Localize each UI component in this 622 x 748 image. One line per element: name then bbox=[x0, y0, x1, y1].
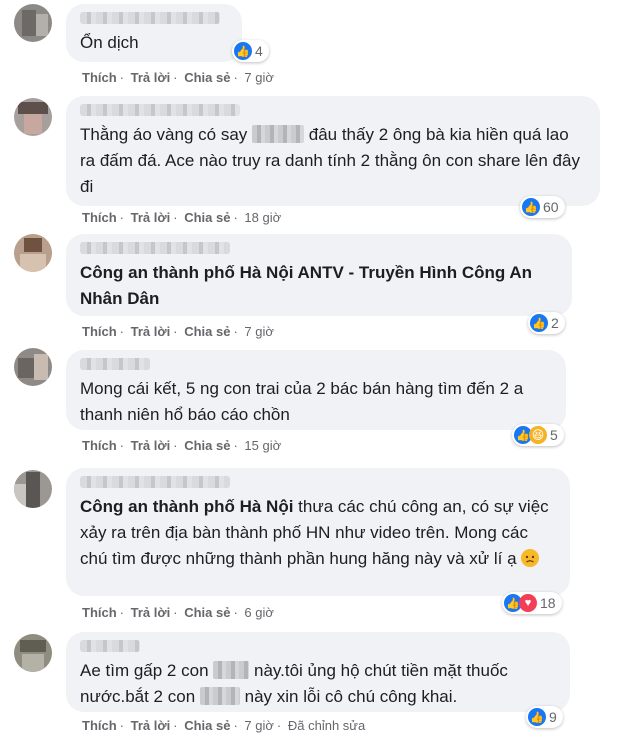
reaction-count: 4 bbox=[255, 43, 263, 59]
comment-actions: Thích · Trả lời · Chia sẻ · 7 giờ bbox=[82, 324, 274, 339]
comment-bubble: Công an thành phố Hà Nội thưa các chú cô… bbox=[66, 468, 570, 596]
reply-link[interactable]: Trả lời bbox=[131, 70, 171, 85]
reaction-count: 2 bbox=[551, 315, 559, 331]
avatar[interactable] bbox=[14, 470, 52, 508]
comment-text: Công an thành phố Hà Nội ANTV - Truyền H… bbox=[80, 260, 558, 312]
comment-bubble: Mong cái kết, 5 ng con trai của 2 bác bá… bbox=[66, 350, 566, 430]
like-link[interactable]: Thích bbox=[82, 324, 117, 339]
author-name-blurred[interactable] bbox=[80, 476, 230, 488]
comment-bubble: Ae tìm gấp 2 con này.tôi ủng hộ chút tiề… bbox=[66, 632, 570, 712]
censored-word bbox=[199, 687, 240, 705]
reaction-badge[interactable]: 👍 2 bbox=[528, 312, 565, 334]
share-link[interactable]: Chia sẻ bbox=[184, 210, 230, 225]
comment-text: Ổn dịch bbox=[80, 33, 139, 52]
author-name-blurred[interactable] bbox=[80, 242, 230, 254]
sad-face-emoji-icon bbox=[521, 549, 540, 567]
like-link[interactable]: Thích bbox=[82, 438, 117, 453]
censored-word bbox=[252, 125, 305, 143]
reaction-badge[interactable]: 👍 9 bbox=[526, 706, 563, 728]
reply-link[interactable]: Trả lời bbox=[131, 605, 171, 620]
tagged-page[interactable]: Công an thành phố Hà Nội ANTV - Truyền H… bbox=[80, 263, 532, 308]
reaction-count: 5 bbox=[550, 427, 558, 443]
avatar[interactable] bbox=[14, 4, 52, 42]
comment-bubble: Ổn dịch bbox=[66, 4, 242, 62]
reply-link[interactable]: Trả lời bbox=[131, 210, 171, 225]
reply-link[interactable]: Trả lời bbox=[131, 324, 171, 339]
comment-text: Công an thành phố Hà Nội thưa các chú cô… bbox=[80, 497, 549, 568]
share-link[interactable]: Chia sẻ bbox=[184, 718, 230, 733]
haha-reaction-icon: 😆 bbox=[529, 426, 547, 444]
timestamp[interactable]: 15 giờ bbox=[244, 438, 281, 453]
tagged-page[interactable]: Công an thành phố Hà Nội bbox=[80, 497, 293, 516]
censored-word bbox=[213, 661, 250, 679]
avatar[interactable] bbox=[14, 348, 52, 386]
timestamp[interactable]: 7 giờ bbox=[244, 324, 274, 339]
comment-actions: Thích · Trả lời · Chia sẻ · 18 giờ bbox=[82, 210, 282, 225]
like-link[interactable]: Thích bbox=[82, 605, 117, 620]
edited-label[interactable]: Đã chỉnh sửa bbox=[288, 718, 365, 733]
author-name-blurred[interactable] bbox=[80, 640, 140, 652]
comment-bubble: Công an thành phố Hà Nội ANTV - Truyền H… bbox=[66, 234, 572, 316]
like-link[interactable]: Thích bbox=[82, 210, 117, 225]
comment-actions: Thích · Trả lời · Chia sẻ · 15 giờ bbox=[82, 438, 282, 453]
reply-link[interactable]: Trả lời bbox=[131, 438, 171, 453]
comment-actions: Thích · Trả lời · Chia sẻ · 6 giờ bbox=[82, 605, 274, 620]
share-link[interactable]: Chia sẻ bbox=[184, 605, 230, 620]
author-name-blurred[interactable] bbox=[80, 104, 240, 116]
like-link[interactable]: Thích bbox=[82, 70, 117, 85]
comment-bubble: Thằng áo vàng có say đâu thấy 2 ông bà k… bbox=[66, 96, 600, 206]
share-link[interactable]: Chia sẻ bbox=[184, 324, 230, 339]
author-name-blurred[interactable] bbox=[80, 358, 150, 370]
reaction-count: 60 bbox=[543, 199, 559, 215]
reaction-badge[interactable]: 👍 😆 5 bbox=[512, 424, 564, 446]
author-name-blurred[interactable] bbox=[80, 12, 220, 24]
reply-link[interactable]: Trả lời bbox=[131, 718, 171, 733]
comment-text: Mong cái kết, 5 ng con trai của 2 bác bá… bbox=[80, 379, 524, 424]
like-reaction-icon: 👍 bbox=[530, 314, 548, 332]
reaction-badge[interactable]: 👍 60 bbox=[520, 196, 565, 218]
like-reaction-icon: 👍 bbox=[234, 42, 252, 60]
love-reaction-icon: ♥ bbox=[519, 594, 537, 612]
timestamp[interactable]: 7 giờ bbox=[244, 70, 274, 85]
share-link[interactable]: Chia sẻ bbox=[184, 438, 230, 453]
comment-text: Ae tìm gấp 2 con này.tôi ủng hộ chút tiề… bbox=[80, 661, 508, 706]
comment-actions: Thích · Trả lời · Chia sẻ · 7 giờ · Đã chỉnh… bbox=[82, 718, 366, 733]
avatar[interactable] bbox=[14, 234, 52, 272]
share-link[interactable]: Chia sẻ bbox=[184, 70, 230, 85]
reaction-count: 18 bbox=[540, 595, 556, 611]
timestamp[interactable]: 6 giờ bbox=[244, 605, 274, 620]
comment-actions: Thích · Trả lời · Chia sẻ · 7 giờ bbox=[82, 70, 274, 85]
avatar[interactable] bbox=[14, 634, 52, 672]
reaction-count: 9 bbox=[549, 709, 557, 725]
timestamp[interactable]: 18 giờ bbox=[244, 210, 281, 225]
like-reaction-icon: 👍 bbox=[522, 198, 540, 216]
like-reaction-icon: 👍 bbox=[528, 708, 546, 726]
reaction-badge[interactable]: 👍 ♥ 18 bbox=[502, 592, 562, 614]
avatar[interactable] bbox=[14, 98, 52, 136]
comment-text: Thằng áo vàng có say đâu thấy 2 ông bà k… bbox=[80, 125, 580, 196]
like-link[interactable]: Thích bbox=[82, 718, 117, 733]
reaction-badge[interactable]: 👍 4 bbox=[232, 40, 269, 62]
timestamp[interactable]: 7 giờ bbox=[244, 718, 274, 733]
